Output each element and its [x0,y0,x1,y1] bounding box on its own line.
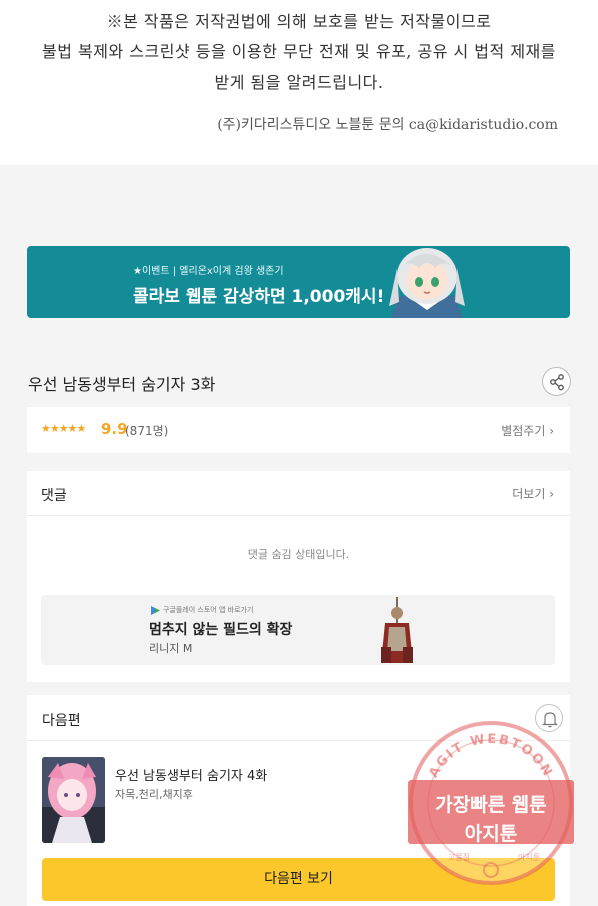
comments-title: 댓글 [41,488,67,504]
rate-button[interactable]: 별점주기 › [501,422,554,439]
stamp-line-2: 아지툰 [464,823,518,845]
next-episode-authors: 자목,천리,채지후 [115,788,193,801]
share-button[interactable] [542,367,571,396]
ad-store-text: 구글플레이 스토어 앱 바로가기 [163,606,254,614]
rating-count: (871명) [125,424,169,438]
comments-more-link[interactable]: 더보기 › [512,485,554,502]
stamp-bottom-right: 아지툰 [518,852,540,862]
event-banner[interactable]: ★이벤트 | 엘리온x이계 검왕 생존기 콜라보 웹툰 감상하면 1,000캐시… [27,246,570,318]
banner-title: 콜라보 웹툰 감상하면 1,000캐시! [133,287,385,307]
notice-line-3: 받게 됨을 알려드립니다. [214,73,384,92]
next-episode-thumbnail[interactable] [42,757,105,843]
banner-character-illustration [389,248,465,318]
ad-banner[interactable]: 구글플레이 스토어 앱 바로가기 멈추지 않는 필드의 확장 리니지 M [41,595,555,665]
next-episode-heading: 다음편 [42,713,81,729]
contact-info: (주)키다리스튜디오 노블툰 문의 ca@kidaristudio.com [217,117,558,133]
rating-score: 9.9 [101,420,128,438]
copyright-notice: ※본 작품은 저작권법에 의해 보호를 받는 저작물이므로 불법 복제와 스크린… [0,0,598,165]
thumbnail-illustration [42,757,105,843]
banner-subtitle: ★이벤트 | 엘리온x이계 검왕 생존기 [133,266,284,277]
stamp-line-1: 가장빠른 웹툰 [435,794,547,816]
watermark-stamp: AGIT WEBTOON 고품질 아지툰 가장빠른 웹툰 아지툰 [406,718,576,888]
divider [27,515,570,516]
stamp-bottom-left: 고품질 [448,853,470,862]
notice-line-2: 불법 복제와 스크린샷 등을 이용한 무단 전재 및 유포, 공유 시 법적 제… [42,42,556,61]
rating-card: ★★★★★ 9.9 (871명) 별점주기 › [27,407,570,453]
ad-title: 멈추지 않는 필드의 확장 [149,622,293,638]
ad-knight-illustration [381,597,413,663]
next-episode-title[interactable]: 우선 남동생부터 숨기자 4화 [115,765,267,784]
comments-card: 댓글 더보기 › 댓글 숨김 상태입니다. 구글플레이 스토어 앱 바로가기 멈… [27,471,570,682]
episode-title: 우선 남동생부터 숨기자 3화 [28,375,216,394]
rating-stars: ★★★★★ [41,422,86,435]
google-play-icon [151,606,160,615]
notice-line-1: ※본 작품은 저작권법에 의해 보호를 받는 저작물이므로 [106,12,492,31]
comments-hidden-message: 댓글 숨김 상태입니다. [247,548,350,561]
share-icon [550,374,564,391]
ad-subtitle: 리니지 M [149,642,193,655]
